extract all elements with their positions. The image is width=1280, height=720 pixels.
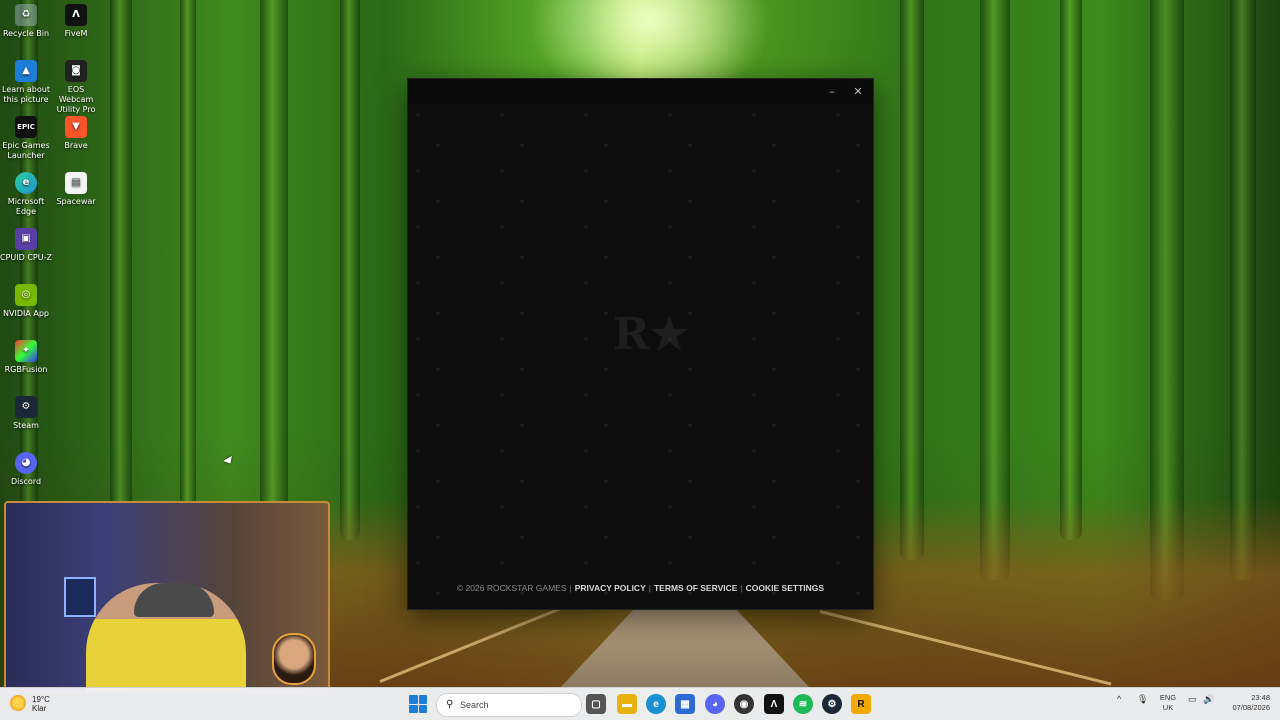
fivem-icon: Λ: [65, 4, 87, 26]
taskbar-file-explorer[interactable]: ▬: [617, 694, 637, 714]
desktop-icon-steam[interactable]: ⚙ Steam: [0, 396, 52, 431]
tray-overflow-chevron-icon[interactable]: ^: [1117, 694, 1121, 704]
edge-icon: e: [15, 172, 37, 194]
discord-icon: ◕: [711, 698, 719, 710]
close-button[interactable]: ✕: [847, 83, 869, 101]
clock-time: 23:48: [1251, 693, 1270, 702]
search-placeholder: Search: [460, 700, 489, 710]
taskbar-rockstar[interactable]: R: [851, 694, 871, 714]
taskbar-steam[interactable]: ⚙: [822, 694, 842, 714]
camera-icon: ◙: [65, 60, 87, 82]
launcher-titlebar[interactable]: – ✕: [408, 79, 873, 105]
task-view-icon: ▢: [591, 698, 601, 710]
desktop-icon-learn-picture[interactable]: ▲ Learn about this picture: [0, 60, 52, 105]
weather-description: Klar: [32, 704, 47, 713]
copyright-text: © 2026 ROCKSTAR GAMES: [456, 583, 567, 593]
desktop-icon-nvidia[interactable]: ◎ NVIDIA App: [0, 284, 52, 319]
rockstar-logo-watermark: R★: [613, 309, 690, 360]
bamboo-stalk: [110, 0, 132, 560]
mouse-cursor-icon: [223, 455, 235, 467]
language-indicator[interactable]: ENG UK: [1156, 693, 1180, 713]
folder-icon: ▬: [622, 698, 632, 710]
steam-icon: ⚙: [15, 396, 37, 418]
obs-icon: ◉: [739, 698, 749, 710]
file-icon: ▤: [65, 172, 87, 194]
streamer-cap: [134, 583, 214, 617]
launcher-footer: © 2026 ROCKSTAR GAMES | PRIVACY POLICY | TER…: [408, 583, 873, 593]
brave-icon: ▼: [65, 116, 87, 138]
weather-temperature: 19°C: [32, 695, 50, 704]
network-icon[interactable]: ▭: [1188, 694, 1197, 705]
learn-picture-icon: ▲: [15, 60, 37, 82]
recycle-bin-icon: ♻: [15, 4, 37, 26]
terms-of-service-link[interactable]: TERMS OF SERVICE: [654, 583, 737, 593]
rockstar-launcher-window[interactable]: – ✕ R★ © 2026 ROCKSTAR GAMES | PRIVACY POL…: [408, 79, 873, 609]
desktop-icon-brave[interactable]: ▼ Brave: [50, 116, 102, 151]
volume-icon[interactable]: 🔊: [1203, 694, 1214, 705]
footer-separator: |: [569, 583, 572, 593]
taskbar-edge[interactable]: e: [646, 694, 666, 714]
taskbar: 19°C Klar ⚲ Search ▢ ▬ e ▦ ◕ ◉ Λ ≋ ⚙ R ^…: [0, 687, 1280, 720]
webcam-overlay: [4, 501, 330, 693]
system-clock[interactable]: 23:48 07/08/2026: [1222, 693, 1270, 713]
desktop-icon-spacewar[interactable]: ▤ Spacewar: [50, 172, 102, 207]
spotify-icon: ≋: [798, 698, 808, 710]
desktop-icon-rgbfusion[interactable]: ✦ RGBFusion: [0, 340, 52, 375]
microphone-icon[interactable]: 🎙: [1137, 694, 1148, 705]
search-icon: ⚲: [446, 699, 454, 710]
desktop-icon-recycle-bin[interactable]: ♻ Recycle Bin: [0, 4, 52, 39]
bamboo-stalk: [180, 0, 196, 540]
language-code: ENG: [1159, 693, 1177, 702]
bamboo-stalk: [1060, 0, 1082, 540]
bamboo-stalk: [900, 0, 924, 560]
footer-separator: |: [648, 583, 651, 593]
desktop-icon-eos-webcam[interactable]: ◙ EOS Webcam Utility Pro: [50, 60, 102, 115]
bamboo-stalk: [980, 0, 1010, 580]
taskbar-discord[interactable]: ◕: [705, 694, 725, 714]
epic-games-icon: EPIC: [15, 116, 37, 138]
keyboard-layout: UK: [1162, 703, 1174, 712]
cookie-settings-link[interactable]: COOKIE SETTINGS: [746, 583, 824, 593]
taskbar-fivem[interactable]: Λ: [764, 694, 784, 714]
fivem-icon: Λ: [770, 698, 778, 710]
nvidia-icon: ◎: [15, 284, 37, 306]
desktop-icon-discord[interactable]: ◕ Discord: [0, 452, 52, 487]
taskbar-spotify[interactable]: ≋: [793, 694, 813, 714]
desktop-icon-epic-games[interactable]: EPIC Epic Games Launcher: [0, 116, 52, 161]
minimize-button[interactable]: –: [821, 83, 843, 101]
wall-poster: [64, 577, 96, 617]
steam-icon: ⚙: [827, 698, 837, 710]
weather-sun-icon: [10, 695, 26, 711]
store-icon: ▦: [680, 698, 690, 710]
windows-logo-icon: [409, 695, 418, 704]
desktop: ♻ Recycle Bin Λ FiveM ▲ Learn about this…: [0, 0, 1280, 720]
bamboo-stalk: [340, 0, 360, 540]
edge-icon: e: [653, 698, 659, 710]
cpuz-icon: ▣: [15, 228, 37, 250]
desktop-icon-cpuz[interactable]: ▣ CPUID CPU-Z: [0, 228, 52, 263]
taskbar-search[interactable]: ⚲ Search: [436, 693, 582, 717]
taskbar-obs[interactable]: ◉: [734, 694, 754, 714]
desktop-icon-edge[interactable]: e Microsoft Edge: [0, 172, 52, 217]
privacy-policy-link[interactable]: PRIVACY POLICY: [575, 583, 646, 593]
desktop-icon-fivem[interactable]: Λ FiveM: [50, 4, 102, 39]
bamboo-stalk: [260, 0, 288, 580]
rgbfusion-icon: ✦: [15, 340, 37, 362]
rockstar-icon: R: [857, 698, 865, 710]
bamboo-stalk: [1230, 0, 1256, 580]
start-button[interactable]: [409, 695, 427, 713]
taskbar-task-view[interactable]: ▢: [586, 694, 606, 714]
footer-separator: |: [740, 583, 743, 593]
discord-icon: ◕: [15, 452, 37, 474]
clock-date: 07/08/2026: [1232, 703, 1270, 712]
taskbar-store[interactable]: ▦: [675, 694, 695, 714]
streamer-avatar: [272, 633, 316, 685]
